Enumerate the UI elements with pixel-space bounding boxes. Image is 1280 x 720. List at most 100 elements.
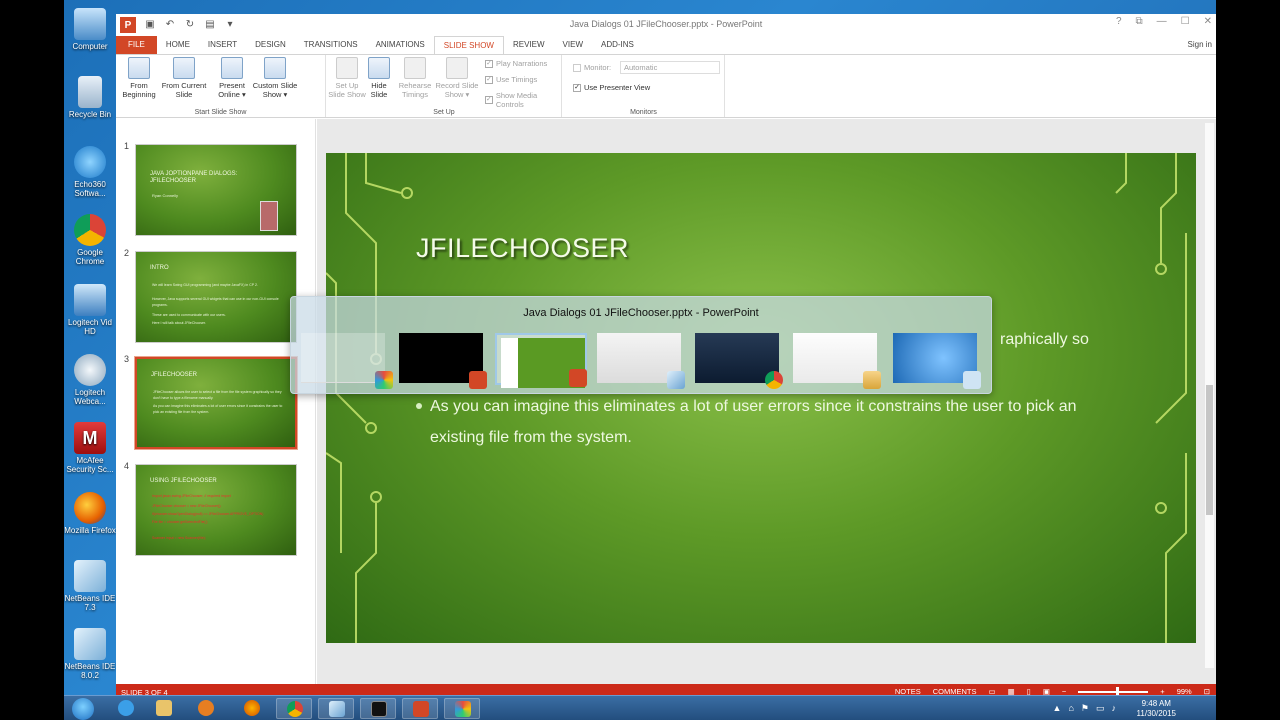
pinwheel-icon <box>455 701 471 717</box>
slide-thumbnail-3-selected[interactable]: JFILECHOOSER JFileChooser allows the use… <box>134 356 298 450</box>
taskbar-explorer[interactable] <box>146 698 182 719</box>
switcher-item-desktop-preview[interactable] <box>893 333 981 389</box>
switcher-item-chrome[interactable] <box>695 333 783 389</box>
desktop-icon-netbeans-802[interactable]: NetBeans IDE 8.0.2 <box>64 628 116 680</box>
monitor-select[interactable]: Automatic <box>620 61 720 74</box>
desktop-icon-recycle-bin[interactable]: Recycle Bin <box>64 76 116 119</box>
start-button[interactable] <box>72 698 94 720</box>
close-icon[interactable]: ✕ <box>1204 16 1212 27</box>
switcher-item-desktop[interactable] <box>301 333 393 389</box>
slide-thumbnail-2[interactable]: INTRO We will learn Swing GUI programmin… <box>135 251 297 343</box>
tab-design[interactable]: DESIGN <box>246 36 295 54</box>
slide-thumbnail-4[interactable]: USING JFILECHOOSER import javax.swing.JF… <box>135 464 297 556</box>
show-media-controls-checkbox[interactable]: ✓ Show Media Controls <box>485 91 561 109</box>
hide-slide-icon <box>368 57 390 79</box>
powerpoint-icon <box>413 701 429 717</box>
switcher-item-powerpoint-black[interactable] <box>399 333 487 389</box>
use-timings-checkbox[interactable]: ✓ Use Timings <box>485 75 537 84</box>
monitor-label: Monitor: <box>573 63 611 72</box>
minimize-icon[interactable]: — <box>1157 16 1167 27</box>
netbeans-cube-icon <box>667 371 685 389</box>
clock[interactable]: 9:48 AM 11/30/2015 <box>1137 699 1176 719</box>
vertical-scrollbar[interactable] <box>1205 123 1214 668</box>
from-current-slide-icon <box>173 57 195 79</box>
title-bar: P ▣ ↶ ↻ ▤ ▾ Java Dialogs 01 JFileChooser… <box>116 14 1216 36</box>
from-beginning-button[interactable]: From Beginning <box>119 57 159 99</box>
present-online-button[interactable]: Present Online ▾ <box>214 57 250 99</box>
ribbon: From Beginning From Current Slide Presen… <box>116 54 1216 118</box>
play-narrations-checkbox[interactable]: ✓ Play Narrations <box>485 59 547 68</box>
display-icon[interactable]: ▭ <box>1096 703 1105 714</box>
slide-bullet[interactable]: As you can imagine this eliminates a lot… <box>416 391 1090 453</box>
bullet-dot <box>416 403 422 409</box>
slide-partial-text: raphically so <box>1000 331 1089 348</box>
from-current-slide-button[interactable]: From Current Slide <box>160 57 208 99</box>
tab-file[interactable]: FILE <box>116 36 157 54</box>
tab-review[interactable]: REVIEW <box>504 36 554 54</box>
tab-animations[interactable]: ANIMATIONS <box>367 36 434 54</box>
media-player-icon <box>198 700 214 716</box>
thumbnail-title: INTRO <box>150 265 169 271</box>
set-up-slide-show-button[interactable]: Set Up Slide Show <box>327 57 367 99</box>
system-tray: ▲ ⌂ ⚑ ▭ ♪ <box>1053 703 1116 714</box>
show-hidden-icons-icon[interactable]: ▲ <box>1053 703 1062 714</box>
desktop-icon-netbeans-73[interactable]: NetBeans IDE 7.3 <box>64 560 116 612</box>
switcher-item-netbeans[interactable] <box>597 333 685 389</box>
taskbar-cmd[interactable] <box>360 698 396 719</box>
tab-transitions[interactable]: TRANSITIONS <box>295 36 367 54</box>
tab-add-ins[interactable]: ADD-INS <box>592 36 643 54</box>
current-slide[interactable]: JFILECHOOSER raphically so As you can im… <box>326 153 1196 643</box>
thumbnail-subtitle: Ryan Connelly <box>152 193 179 198</box>
zoom-slider[interactable] <box>1078 686 1149 697</box>
taskbar-chrome[interactable] <box>276 698 312 719</box>
thumbnail-code-line: File file = chooser.getSelectedFile(); <box>152 520 208 524</box>
tab-insert[interactable]: INSERT <box>199 36 246 54</box>
taskbar-netbeans[interactable] <box>318 698 354 719</box>
chrome-icon <box>287 701 303 717</box>
slide-title[interactable]: JFILECHOOSER <box>416 233 629 264</box>
start-slide-show-group: From Beginning From Current Slide Presen… <box>116 55 326 117</box>
taskbar-powerpoint[interactable] <box>402 698 438 719</box>
slide-thumbnail-pane: 1 JAVA JOPTIONPANE DIALOGS: JFILECHOOSER… <box>116 119 316 684</box>
set-up-group: Set Up Slide Show Hide Slide Rehearse Ti… <box>327 55 562 117</box>
switcher-item-explorer[interactable] <box>793 333 881 389</box>
taskbar-pinwheel-app[interactable] <box>444 698 480 719</box>
record-slide-show-button[interactable]: Record Slide Show ▾ <box>433 57 481 99</box>
volume-icon[interactable]: ♪ <box>1112 703 1117 714</box>
slide-thumbnail-1[interactable]: JAVA JOPTIONPANE DIALOGS: JFILECHOOSER R… <box>135 144 297 236</box>
switcher-title: Java Dialogs 01 JFileChooser.pptx - Powe… <box>523 307 759 319</box>
present-online-icon <box>221 57 243 79</box>
mcafee-shield-icon: M <box>74 422 106 454</box>
thumbnail-line: We will learn Swing GUI programming (and… <box>152 283 258 287</box>
use-presenter-view-checkbox[interactable]: ✓ Use Presenter View <box>573 83 650 92</box>
tab-view[interactable]: VIEW <box>554 36 592 54</box>
taskbar-media-player[interactable] <box>188 698 224 719</box>
show-desktop-icon <box>963 371 981 389</box>
network-icon[interactable]: ⌂ <box>1068 703 1073 714</box>
tab-slide-show[interactable]: SLIDE SHOW <box>433 36 504 54</box>
desktop-icon-computer[interactable]: Computer <box>64 8 116 51</box>
desktop-icon-chrome[interactable]: Google Chrome <box>64 214 116 266</box>
ribbon-display-icon[interactable]: ⧉ <box>1136 16 1143 27</box>
desktop-icon-mcafee[interactable]: M McAfee Security Sc... <box>64 422 116 474</box>
scrollbar-thumb[interactable] <box>1206 385 1213 515</box>
desktop-icon-firefox[interactable]: Mozilla Firefox <box>64 492 116 535</box>
desktop-icon-logitech-webcam[interactable]: Logitech Webca... <box>64 354 116 406</box>
thumbnail-number: 1 <box>124 141 130 151</box>
maximize-icon[interactable]: ☐ <box>1181 16 1190 27</box>
flag-icon[interactable]: ⚑ <box>1081 703 1089 714</box>
desktop-icon-echo360[interactable]: Echo360 Softwa... <box>64 146 116 198</box>
custom-slide-show-button[interactable]: Custom Slide Show ▾ <box>250 57 300 99</box>
thumbnail-title: USING JFILECHOOSER <box>150 478 217 484</box>
taskbar-firefox[interactable] <box>234 698 270 719</box>
thumbnail-number: 3 <box>124 354 130 364</box>
sign-in-link[interactable]: Sign in <box>1188 40 1212 49</box>
help-icon[interactable]: ? <box>1116 16 1122 27</box>
tab-home[interactable]: HOME <box>157 36 199 54</box>
rehearse-timings-button[interactable]: Rehearse Timings <box>395 57 435 99</box>
desktop-icon-logitech-vid[interactable]: Logitech Vid HD <box>64 284 116 336</box>
hide-slide-button[interactable]: Hide Slide <box>365 57 393 99</box>
switcher-item-powerpoint-selected[interactable] <box>495 333 587 388</box>
ribbon-tabs: FILE HOME INSERT DESIGN TRANSITIONS ANIM… <box>116 36 1216 54</box>
taskbar-ie[interactable] <box>108 698 144 719</box>
